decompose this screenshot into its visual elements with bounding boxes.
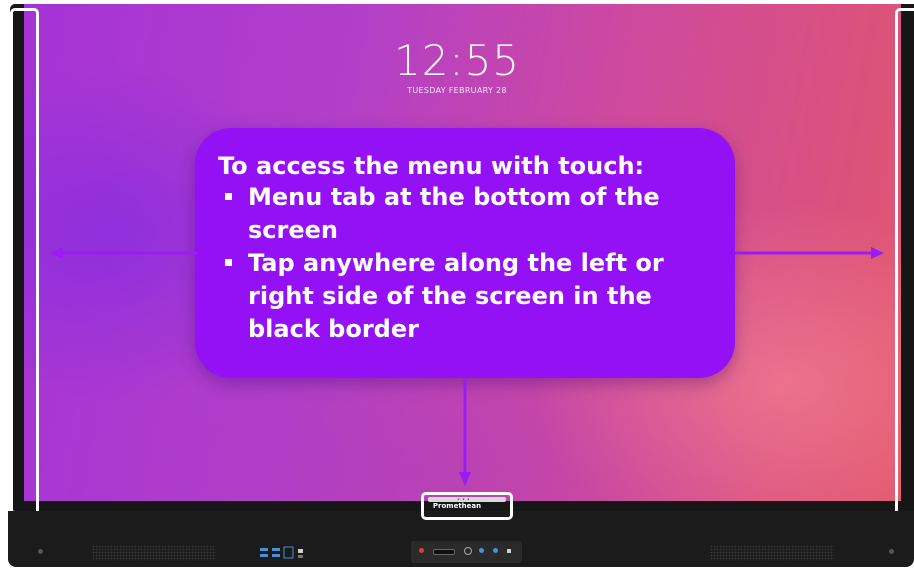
right-speaker-grille: [710, 545, 834, 561]
home-button-icon[interactable]: [479, 548, 484, 553]
right-stylus-holder-icon: [889, 549, 894, 554]
left-border-highlight[interactable]: [10, 8, 39, 516]
usb-port-icon: [260, 548, 268, 551]
arrow-down-head: [459, 472, 471, 486]
menu-button-icon[interactable]: [507, 549, 511, 553]
volume-button-icon[interactable]: [493, 548, 498, 553]
left-speaker-grille: [92, 545, 216, 561]
sensor-icon: [464, 547, 472, 555]
left-stylus-holder-icon: [38, 549, 43, 554]
audio-port-icon: [298, 549, 303, 553]
usb-port-icon: [260, 554, 268, 557]
power-button-icon[interactable]: [419, 548, 424, 553]
arrow-right-head: [871, 247, 884, 259]
right-border-highlight[interactable]: [895, 8, 914, 516]
arrow-left-head: [50, 247, 63, 259]
usb-c-port-icon: [433, 549, 455, 555]
hdmi-port-icon: [283, 546, 294, 559]
brand-logo: Promethean: [432, 502, 482, 510]
audio-port-icon: [298, 555, 303, 558]
usb-port-icon: [272, 548, 280, 551]
front-ports: [260, 546, 303, 559]
direction-arrows: [50, 247, 884, 486]
usb-port-icon: [272, 554, 280, 557]
